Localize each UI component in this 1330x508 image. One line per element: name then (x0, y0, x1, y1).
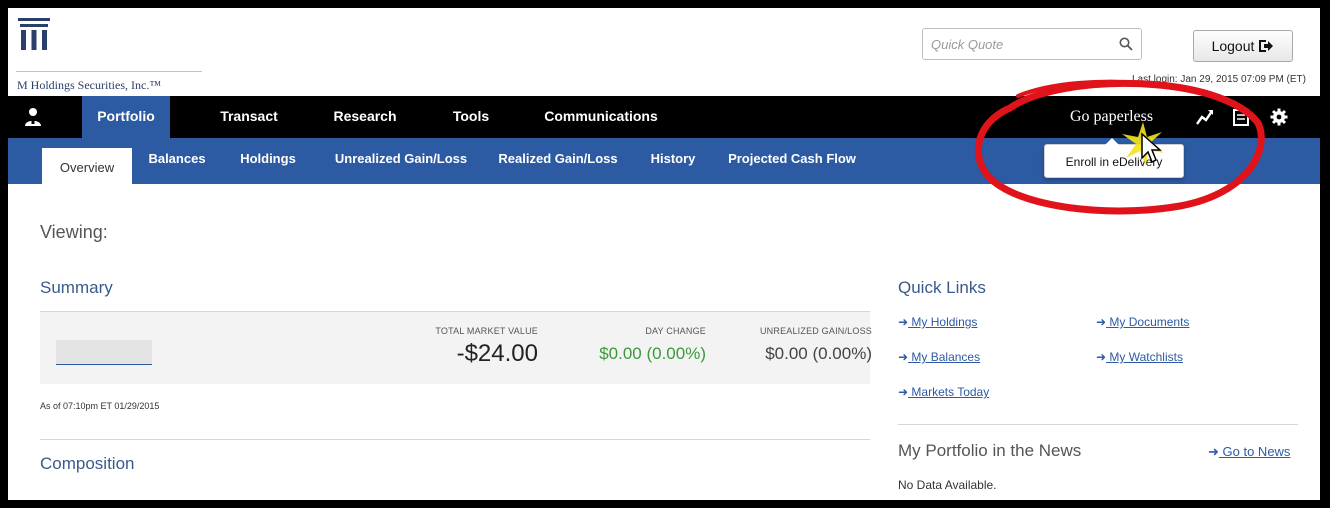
document-icon[interactable] (1232, 108, 1250, 126)
logout-icon (1259, 40, 1274, 52)
nav-transact[interactable]: Transact (204, 96, 294, 138)
arrow-right-icon: ➜ (1096, 350, 1107, 364)
quick-quote-input[interactable] (929, 29, 1113, 59)
tab-projected-cash-flow[interactable]: Projected Cash Flow (722, 138, 862, 184)
company-logo[interactable]: M Holdings Securities, Inc.™ (16, 16, 206, 92)
user-profile-icon (25, 108, 41, 126)
quick-links-title: Quick Links (898, 278, 986, 297)
nav-tools[interactable]: Tools (448, 96, 494, 138)
link-my-holdings[interactable]: ➜ My Holdings (898, 315, 977, 329)
arrow-right-icon: ➜ (898, 350, 909, 364)
total-market-value: TOTAL MARKET VALUE -$24.00 (435, 326, 538, 368)
header: M Holdings Securities, Inc.™ Logout Last… (8, 8, 1320, 96)
summary-title: Summary (40, 278, 113, 297)
mouse-cursor-icon (1122, 122, 1164, 166)
arrow-right-icon: ➜ (898, 315, 909, 329)
nav-communications[interactable]: Communications (538, 96, 664, 138)
tab-overview[interactable]: Overview (42, 148, 132, 184)
total-market-value-label: TOTAL MARKET VALUE (435, 326, 538, 336)
composition-title: Composition (40, 454, 135, 473)
tab-realized-gain-loss[interactable]: Realized Gain/Loss (496, 138, 620, 184)
logout-label: Logout (1211, 38, 1255, 54)
logo-divider (16, 71, 202, 72)
news-divider (898, 424, 1298, 425)
unrealized-gain-loss-amount: $0.00 (0.00%) (765, 344, 872, 363)
day-change-label: DAY CHANGE (645, 326, 706, 336)
nav-research[interactable]: Research (326, 96, 404, 138)
as-of-timestamp: As of 07:10pm ET 01/29/2015 (40, 401, 160, 411)
logo-text: M Holdings Securities, Inc.™ (17, 78, 162, 92)
last-login-text: Last login: Jan 29, 2015 07:09 PM (ET) (1132, 74, 1306, 85)
viewing-label: Viewing: (40, 222, 108, 242)
nav-portfolio[interactable]: Portfolio (82, 96, 170, 138)
arrow-right-icon: ➜ (1208, 444, 1219, 459)
profile-nav-button[interactable] (8, 96, 58, 138)
account-link-redacted[interactable] (56, 340, 152, 365)
link-markets-today[interactable]: ➜ Markets Today (898, 385, 989, 399)
search-icon[interactable] (1119, 37, 1133, 51)
tab-balances[interactable]: Balances (142, 138, 212, 184)
unrealized-gain-loss-label: UNREALIZED GAIN/LOSS (759, 326, 872, 336)
arrow-right-icon: ➜ (898, 385, 909, 399)
go-to-news-link[interactable]: ➜ Go to News (1208, 444, 1290, 460)
unrealized-gain-loss: UNREALIZED GAIN/LOSS $0.00 (0.00%) (760, 326, 872, 364)
composition-divider (40, 439, 870, 440)
day-change-amount: $0.00 (0.00%) (599, 344, 706, 363)
day-change: DAY CHANGE $0.00 (0.00%) (599, 326, 706, 364)
total-market-value-amount: -$24.00 (456, 340, 538, 367)
link-my-watchlists[interactable]: ➜ My Watchlists (1096, 350, 1183, 364)
news-empty-state: No Data Available. (898, 478, 997, 492)
arrow-right-icon: ➜ (1096, 315, 1107, 329)
columns-logo-icon (18, 18, 50, 50)
summary-panel: TOTAL MARKET VALUE -$24.00 DAY CHANGE $0… (40, 312, 872, 384)
gear-icon[interactable] (1270, 108, 1288, 126)
chart-trend-icon[interactable] (1196, 108, 1214, 126)
quick-quote-field[interactable] (922, 28, 1142, 60)
page-frame: M Holdings Securities, Inc.™ Logout Last… (8, 8, 1320, 500)
logout-button[interactable]: Logout (1193, 30, 1293, 62)
tab-unrealized-gain-loss[interactable]: Unrealized Gain/Loss (324, 138, 478, 184)
link-my-balances[interactable]: ➜ My Balances (898, 350, 980, 364)
link-my-documents[interactable]: ➜ My Documents (1096, 315, 1189, 329)
tab-history[interactable]: History (646, 138, 700, 184)
news-title: My Portfolio in the News (898, 441, 1082, 460)
tab-holdings[interactable]: Holdings (234, 138, 302, 184)
